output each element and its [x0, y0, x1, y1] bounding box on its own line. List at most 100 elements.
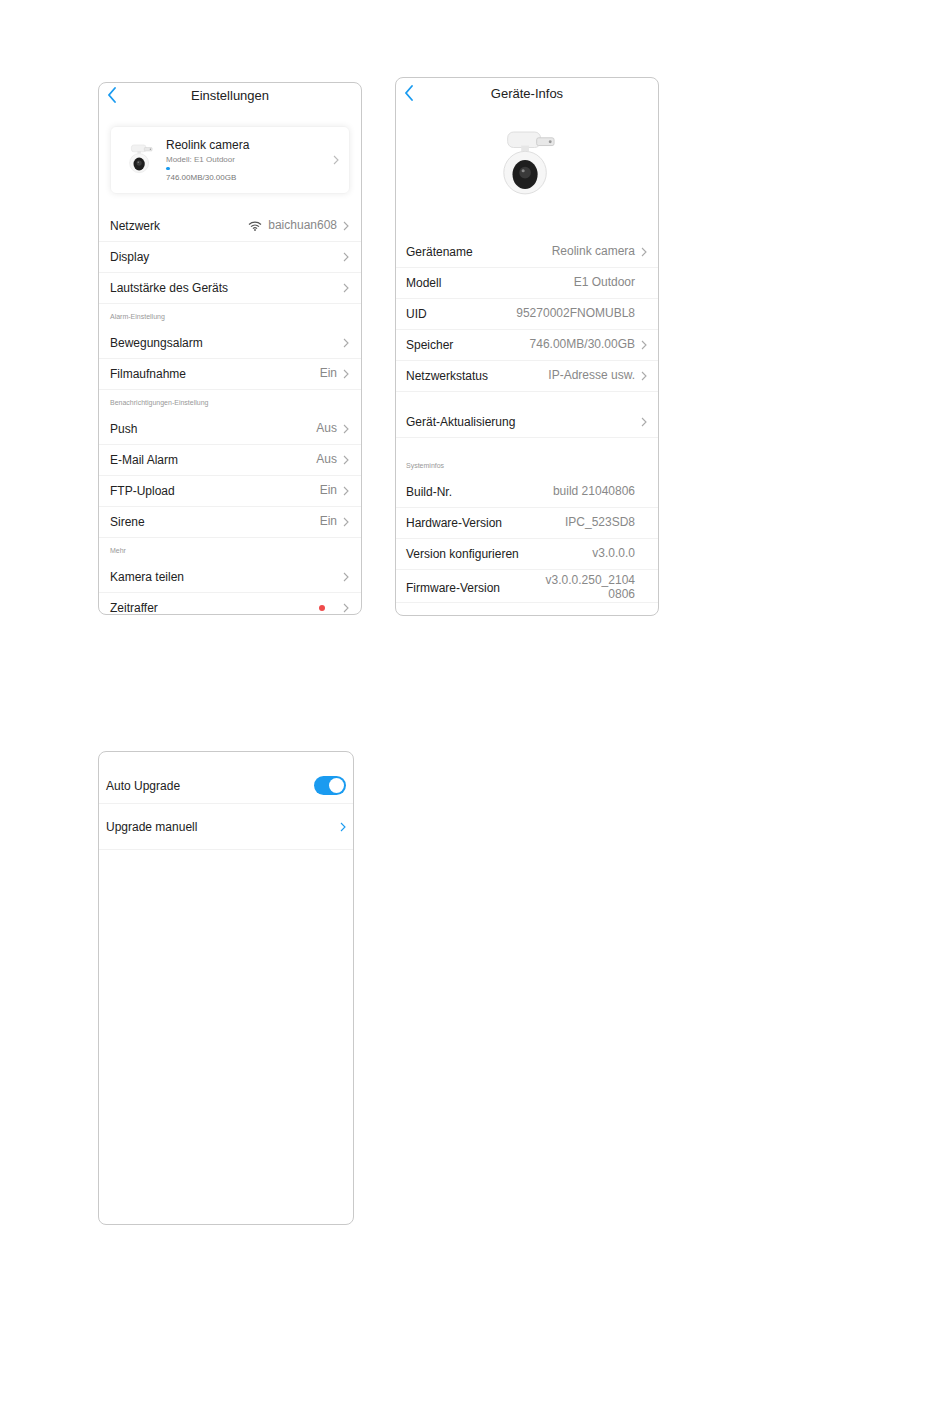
settings-group: Mehr Kamera teilen Zeitraffer	[99, 538, 361, 615]
settings-row[interactable]: Zeitraffer	[99, 593, 361, 615]
row-label: FTP-Upload	[110, 484, 175, 498]
row-value: IP-Adresse usw.	[548, 369, 635, 383]
back-button[interactable]	[105, 85, 119, 105]
settings-row[interactable]: Gerät-Aktualisierung	[396, 407, 658, 438]
new-badge-dot	[319, 605, 325, 611]
upgrade-row[interactable]: Upgrade manuell	[99, 804, 353, 850]
settings-row[interactable]: Netzwerk baichuan608	[99, 211, 361, 242]
row-label: Modell	[406, 276, 441, 290]
chevron-right-icon	[343, 369, 349, 379]
row-label: Gerät-Aktualisierung	[406, 415, 515, 429]
camera-image-icon	[127, 144, 153, 176]
storage-bar	[166, 167, 316, 170]
settings-screen: Einstellungen Reolink cameraModell: E1 Ou…	[98, 82, 362, 615]
settings-row[interactable]: Bewegungsalarm	[99, 328, 361, 359]
chevron-right-icon	[340, 822, 346, 832]
row-label: Speicher	[406, 338, 453, 352]
row-value: v3.0.0.0	[592, 547, 635, 561]
settings-row[interactable]: Netzwerkstatus IP-Adresse usw.	[396, 361, 658, 392]
chevron-right-icon	[641, 417, 647, 427]
row-value: E1 Outdoor	[574, 276, 635, 290]
header: Geräte-Infos	[396, 78, 658, 108]
storage-fill	[166, 167, 170, 170]
section-label: Mehr	[99, 538, 361, 562]
section-label: Alarm-Einstellung	[99, 304, 361, 328]
settings-group: Benachrichtigungen-Einstellung Push Aus E-M…	[99, 390, 361, 538]
chevron-right-icon	[333, 155, 339, 165]
settings-row: Hardware-Version IPC_523SD8	[396, 508, 658, 539]
settings-row: Firmware-Versionv3.0.0.250_21040806	[396, 570, 658, 603]
chevron-right-icon	[343, 486, 349, 496]
settings-row[interactable]: Lautstärke des Geräts	[99, 273, 361, 304]
back-arrow-icon	[404, 85, 414, 101]
row-label: Filmaufnahme	[110, 367, 186, 381]
row-label: Sirene	[110, 515, 145, 529]
settings-group: Netzwerk baichuan608 Display Lautstärke des…	[99, 211, 361, 304]
chevron-right-icon	[641, 247, 647, 257]
chevron-right-icon	[343, 252, 349, 262]
row-value: Aus	[316, 422, 337, 436]
header-title: Einstellungen	[191, 88, 269, 103]
row-value: 95270002FNOMUBL8	[516, 307, 635, 321]
row-label: E-Mail Alarm	[110, 453, 178, 467]
row-label: Push	[110, 422, 137, 436]
section-label: Benachrichtigungen-Einstellung	[99, 390, 361, 414]
row-value: build 21040806	[553, 485, 635, 499]
camera-image	[396, 108, 658, 237]
device-info-screen: Geräte-InfosGerätenameReolink cameraMode…	[395, 77, 659, 616]
chevron-right-icon	[343, 455, 349, 465]
settings-row[interactable]: GerätenameReolink camera	[396, 237, 658, 268]
settings-group: Alarm-Einstellung Bewegungsalarm Filmaufna…	[99, 304, 361, 390]
settings-row[interactable]: Filmaufnahme Ein	[99, 359, 361, 390]
back-button[interactable]	[402, 83, 416, 103]
settings-group: SysteminfosBuild-Nr.build 21040806Hardwa…	[396, 438, 658, 603]
settings-row[interactable]: E-Mail AlarmAus	[99, 445, 361, 476]
device-storage: 746.00MB/30.00GB	[166, 173, 320, 182]
settings-row[interactable]: Kamera teilen	[99, 562, 361, 593]
settings-row[interactable]: Sirene Ein	[99, 507, 361, 538]
chevron-right-icon	[343, 283, 349, 293]
row-label: Display	[110, 250, 149, 264]
row-value: 746.00MB/30.00GB	[530, 338, 635, 352]
section-label: Systeminfos	[396, 453, 658, 477]
row-label: Version konfigurieren	[406, 547, 519, 561]
row-value: IPC_523SD8	[565, 516, 635, 530]
device-card[interactable]: Reolink cameraModell: E1 Outdoor746.00MB…	[110, 126, 350, 194]
row-value: Ein	[320, 515, 337, 529]
upgrade-screen: Auto Upgrade Upgrade manuell	[98, 751, 354, 1225]
chevron-right-icon	[343, 572, 349, 582]
settings-row: Modell E1 Outdoor	[396, 268, 658, 299]
row-label: Kamera teilen	[110, 570, 184, 584]
row-label: Netzwerk	[110, 219, 160, 233]
header-title: Geräte-Infos	[491, 86, 563, 101]
row-label: Firmware-Version	[406, 581, 500, 595]
settings-row[interactable]: Display	[99, 242, 361, 273]
row-value: Ein	[320, 484, 337, 498]
row-value: baichuan608	[268, 219, 337, 233]
settings-group: Gerät-Aktualisierung	[396, 392, 658, 438]
settings-row: Version konfigurieren v3.0.0.0	[396, 539, 658, 570]
chevron-right-icon	[343, 338, 349, 348]
back-arrow-icon	[107, 87, 117, 103]
chevron-right-icon	[343, 424, 349, 434]
device-model: Modell: E1 Outdoor	[166, 155, 320, 164]
row-value: Reolink camera	[552, 245, 635, 259]
row-label: Bewegungsalarm	[110, 336, 203, 350]
settings-row: UID 95270002FNOMUBL8	[396, 299, 658, 330]
row-label: Upgrade manuell	[106, 820, 197, 834]
row-value: Ein	[320, 367, 337, 381]
settings-row[interactable]: FTP-Upload Ein	[99, 476, 361, 507]
row-label: Netzwerkstatus	[406, 369, 488, 383]
chevron-right-icon	[641, 371, 647, 381]
wifi-icon	[248, 221, 262, 231]
upgrade-row[interactable]: Auto Upgrade	[99, 768, 353, 804]
settings-row: Build-Nr.build 21040806	[396, 477, 658, 508]
row-label: UID	[406, 307, 427, 321]
row-label: Hardware-Version	[406, 516, 502, 530]
row-label: Auto Upgrade	[106, 779, 180, 793]
camera-image-icon	[498, 130, 556, 201]
settings-row[interactable]: Speicher 746.00MB/30.00GB	[396, 330, 658, 361]
auto-upgrade-toggle[interactable]	[314, 776, 346, 795]
settings-row[interactable]: Push Aus	[99, 414, 361, 445]
chevron-right-icon	[343, 221, 349, 231]
